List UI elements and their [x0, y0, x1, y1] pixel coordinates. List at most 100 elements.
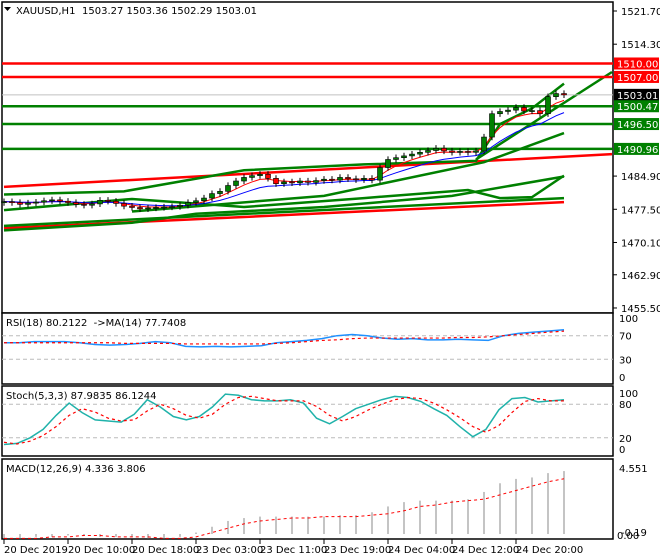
- candle: [241, 177, 247, 182]
- price-tag-label: 1490.96: [617, 145, 658, 156]
- candle: [409, 153, 415, 157]
- candle: [201, 197, 207, 202]
- candle: [337, 177, 343, 181]
- candle: [473, 150, 479, 153]
- candle: [129, 205, 135, 208]
- candle: [513, 107, 519, 111]
- rsi-tick-label: 70: [619, 332, 632, 343]
- y-tick-label: 1462.90: [621, 271, 660, 282]
- candle: [249, 175, 255, 178]
- candle: [353, 178, 359, 181]
- price-tag-label: 1496.50: [617, 120, 658, 131]
- candle: [385, 159, 391, 168]
- candle: [41, 200, 47, 203]
- ohlc-label: 1503.27 1503.36 1502.29 1503.01: [82, 6, 257, 17]
- candle: [273, 178, 279, 185]
- candle: [553, 93, 559, 97]
- candle: [321, 178, 327, 181]
- candle: [433, 147, 439, 151]
- candle: [441, 147, 447, 152]
- stoch-tick-label: 100: [619, 389, 638, 400]
- x-tick-label: 20 Dec 2019: [4, 545, 68, 556]
- macd-tick-label: 4.551: [619, 464, 648, 475]
- y-tick-label: 1514.30: [621, 40, 660, 51]
- y-tick-label: 1477.50: [621, 205, 660, 216]
- candle: [369, 178, 375, 181]
- stoch-tick-label: 80: [619, 400, 632, 411]
- x-tick-label: 20 Dec 10:00: [68, 545, 135, 556]
- candle: [361, 178, 367, 180]
- macd-tick-label: 0.00: [617, 531, 639, 542]
- candle: [425, 150, 431, 153]
- candle: [105, 200, 111, 202]
- x-tick-label: 23 Dec 19:00: [324, 545, 391, 556]
- candle: [393, 157, 399, 160]
- candle: [153, 207, 159, 209]
- y-tick-label: 1484.90: [621, 172, 660, 183]
- candle: [417, 152, 423, 155]
- x-tick-label: 20 Dec 18:00: [132, 545, 199, 556]
- candle: [9, 201, 15, 203]
- candle: [185, 202, 191, 206]
- candle: [1, 201, 7, 203]
- candle: [49, 199, 55, 202]
- candle: [225, 185, 231, 192]
- stoch-tick-label: 20: [619, 434, 632, 445]
- candle: [401, 155, 407, 158]
- price-tag-label: 1503.01: [617, 91, 658, 102]
- rsi-tick-label: 0: [619, 373, 625, 384]
- candle: [209, 193, 215, 199]
- candle: [497, 111, 503, 115]
- stoch-tick-label: 0: [619, 445, 625, 456]
- x-tick-label: 23 Dec 03:00: [196, 545, 263, 556]
- candle: [145, 207, 151, 210]
- candle: [345, 177, 351, 180]
- candle: [545, 96, 551, 115]
- candle: [65, 200, 71, 203]
- candle: [449, 150, 455, 153]
- trading-chart[interactable]: 1521.70 1514.30 1484.90 1477.50 1470.10 1462.…: [0, 0, 660, 560]
- candle: [25, 202, 31, 205]
- candle: [457, 151, 463, 153]
- x-tick-label: 24 Dec 12:00: [452, 545, 519, 556]
- candle: [529, 110, 535, 112]
- candle: [297, 180, 303, 184]
- candle: [17, 202, 23, 205]
- candle: [257, 173, 263, 176]
- x-tick-label: 24 Dec 04:00: [388, 545, 455, 556]
- candle: [521, 107, 527, 112]
- candle: [329, 178, 335, 181]
- candle: [113, 200, 119, 204]
- candle: [161, 206, 167, 209]
- candle: [537, 110, 543, 115]
- x-tick-label: 23 Dec 11:00: [260, 545, 327, 556]
- candle: [73, 202, 79, 205]
- candle: [505, 109, 511, 112]
- candle: [97, 200, 103, 205]
- candle: [377, 167, 383, 181]
- candle: [489, 113, 495, 138]
- rsi-tick-label: 100: [619, 314, 638, 325]
- x-tick-label: 24 Dec 20:00: [516, 545, 583, 556]
- rsi-title: RSI(18) 80.2122 ->MA(14) 77.7408: [6, 318, 186, 329]
- candle: [281, 181, 287, 185]
- candle: [305, 180, 311, 183]
- candle: [217, 191, 223, 194]
- candle: [57, 199, 63, 202]
- candle: [137, 207, 143, 210]
- candle: [233, 180, 239, 186]
- candle: [121, 203, 127, 207]
- candle: [33, 201, 39, 204]
- candle: [481, 136, 487, 152]
- candle: [289, 181, 295, 184]
- y-tick-label: 1470.10: [621, 238, 660, 249]
- price-tag-label: 1500.47: [617, 102, 658, 113]
- candle: [313, 180, 319, 183]
- candle: [81, 204, 87, 206]
- panel-frame: [1, 1, 614, 314]
- price-tag-label: 1510.00: [617, 59, 658, 70]
- candle: [177, 204, 183, 207]
- candle: [169, 206, 175, 208]
- stoch-title: Stoch(5,3,3) 87.9835 86.1244: [6, 391, 157, 402]
- candle: [89, 203, 95, 206]
